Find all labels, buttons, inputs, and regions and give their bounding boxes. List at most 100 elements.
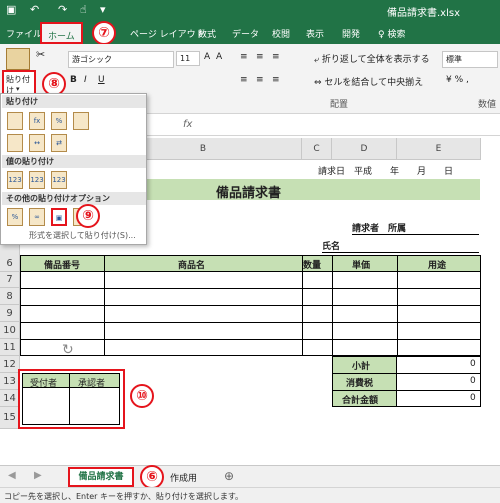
paste-formatting-icon[interactable]: % [7, 208, 23, 226]
cut-icon[interactable]: ✂ [36, 48, 45, 61]
title-bar: ▣ ↶ ↷ ☝ ▾ 備品請求書.xlsx [0, 0, 500, 22]
row-header-5[interactable] [0, 245, 20, 255]
other-paste-options-header: その他の貼り付けオプション [2, 192, 146, 205]
paste-picture-icon[interactable]: ▣ [51, 208, 67, 226]
undo-icon[interactable]: ↶ [30, 3, 39, 16]
row-header-14[interactable]: 14 [0, 390, 20, 407]
row-header-6[interactable]: 6 [0, 255, 20, 272]
table-row-line [20, 288, 481, 289]
decrease-font-icon[interactable]: A [216, 52, 222, 62]
number-format-select[interactable]: 標準 [442, 51, 498, 68]
table-header-row [20, 255, 481, 272]
fx-icon[interactable]: fx [183, 119, 192, 130]
header-usage: 用途 [428, 261, 447, 271]
customize-qat-icon[interactable]: ▾ [100, 3, 106, 16]
document-title: 備品請求書.xlsx [386, 8, 460, 19]
row-header-7[interactable]: 7 [0, 272, 20, 288]
align-center-icon[interactable]: ≡ [256, 75, 264, 85]
rotate-handle-icon[interactable]: ↻ [62, 342, 74, 358]
header-product-name: 商品名 [178, 261, 206, 271]
align-top-icon[interactable]: ≡ [240, 52, 248, 62]
totals-value-block[interactable] [397, 356, 481, 407]
redo-icon[interactable]: ↷ [58, 3, 67, 16]
subtotal-label: 小計 [352, 362, 371, 372]
paste-icon[interactable] [7, 112, 23, 130]
paste-values-number-icon[interactable]: 123 [29, 171, 45, 189]
paste-keep-source-icon[interactable] [73, 112, 89, 130]
row-header-9[interactable]: 9 [0, 305, 20, 322]
header-item-number: 備品番号 [44, 261, 81, 271]
column-header-e[interactable]: E [397, 138, 481, 160]
tab-page-layout[interactable]: ページ レイアウト [130, 27, 205, 40]
paste-keep-widths-icon[interactable]: ↔ [29, 134, 45, 152]
wrap-text-button[interactable]: ⤶ 折り返して全体を表示する [314, 52, 430, 65]
row-header-12[interactable]: 12 [0, 356, 20, 373]
touch-mode-icon[interactable]: ☝ [80, 3, 87, 16]
paste-values-source-icon[interactable]: 123 [51, 171, 67, 189]
column-header-d[interactable]: D [332, 138, 397, 160]
align-right-icon[interactable]: ≡ [272, 75, 280, 85]
page-title: 備品請求書 [216, 186, 282, 201]
paste-special-item[interactable]: 形式を選択して貼り付け(S)... [29, 230, 136, 241]
save-icon[interactable]: ▣ [6, 3, 16, 16]
paste-formulas-number-icon[interactable]: % [51, 112, 67, 130]
totals-line [332, 390, 481, 391]
align-middle-icon[interactable]: ≡ [256, 52, 264, 62]
paste-section-header: 貼り付け [2, 95, 146, 108]
tab-file[interactable]: ファイル [6, 27, 42, 40]
tab-formulas[interactable]: 数式 [198, 27, 216, 40]
paste-transpose-icon[interactable]: ⇄ [51, 134, 67, 152]
request-date-line: 請求日 平成 年 月 日 [318, 167, 454, 177]
number-group-label: 数値 [478, 100, 497, 110]
tab-developer[interactable]: 開発 [342, 27, 360, 40]
italic-button[interactable]: I [84, 75, 87, 85]
status-bar: コピー先を選択し、Enter キーを押すか、貼り付けを選択します。 [0, 487, 500, 503]
marker-10: ⑩ [130, 384, 154, 408]
column-header-c[interactable]: C [302, 138, 332, 160]
bold-button[interactable]: B [70, 75, 77, 85]
font-size-select[interactable]: 11 [176, 51, 200, 66]
paste-no-borders-icon[interactable] [7, 134, 23, 152]
row-header-11[interactable]: 11 [0, 339, 20, 356]
row-header-8[interactable]: 8 [0, 288, 20, 305]
row-header-10[interactable]: 10 [0, 322, 20, 339]
requester-label: 請求者 所属 [352, 221, 479, 235]
tab-home[interactable]: ホーム [40, 22, 83, 44]
paste-dropdown-icon: ▾ [16, 85, 20, 93]
align-left-icon[interactable]: ≡ [240, 75, 248, 85]
wrap-text-icon: ⤶ [314, 55, 320, 65]
prev-sheet-icon[interactable]: ◀ [8, 470, 16, 481]
merge-icon: ⇔ [314, 78, 322, 88]
paste-formulas-icon[interactable]: fx [29, 112, 45, 130]
paste-link-icon[interactable]: ∞ [29, 208, 45, 226]
header-quantity: 数量 [303, 261, 322, 271]
tab-data[interactable]: データ [232, 27, 259, 40]
alignment-group-label: 配置 [330, 100, 349, 110]
paste-values-icon[interactable]: 123 [7, 171, 23, 189]
font-name-select[interactable]: 游ゴシック [68, 51, 174, 68]
marker-9: ⑨ [76, 204, 100, 228]
totals-line [332, 373, 481, 374]
ribbon-tabs: ファイル ホーム ページ レイアウト 数式 データ 校閲 表示 開発 ♀ 検索 [0, 22, 500, 44]
merge-center-button[interactable]: ⇔ セルを結合して中央揃え [314, 75, 423, 88]
increase-font-icon[interactable]: A [204, 52, 210, 62]
underline-button[interactable]: U [98, 75, 105, 85]
align-bottom-icon[interactable]: ≡ [272, 52, 280, 62]
new-sheet-icon[interactable]: ⊕ [224, 469, 234, 483]
table-row-line [20, 339, 481, 340]
next-sheet-icon[interactable]: ▶ [34, 470, 42, 481]
row-header-15[interactable]: 15 [0, 407, 20, 429]
currency-format-icon[interactable]: ¥ % , [446, 75, 469, 85]
tab-review[interactable]: 校閲 [272, 27, 290, 40]
tab-view[interactable]: 表示 [306, 27, 324, 40]
clipboard-paste-icon[interactable] [6, 48, 30, 70]
tax-value: 0 [470, 376, 476, 386]
formula-bar[interactable]: fx [145, 114, 500, 136]
tell-me-search[interactable]: ♀ 検索 [378, 27, 405, 40]
row-header-13[interactable]: 13 [0, 373, 20, 390]
tax-label: 消費税 [346, 379, 374, 389]
items-table-body[interactable] [20, 272, 481, 356]
sheet-tab-template[interactable]: 作成用 [170, 471, 197, 484]
sheet-tab-active[interactable]: 備品請求書 [68, 467, 134, 487]
name-label: 氏名 [322, 239, 479, 253]
